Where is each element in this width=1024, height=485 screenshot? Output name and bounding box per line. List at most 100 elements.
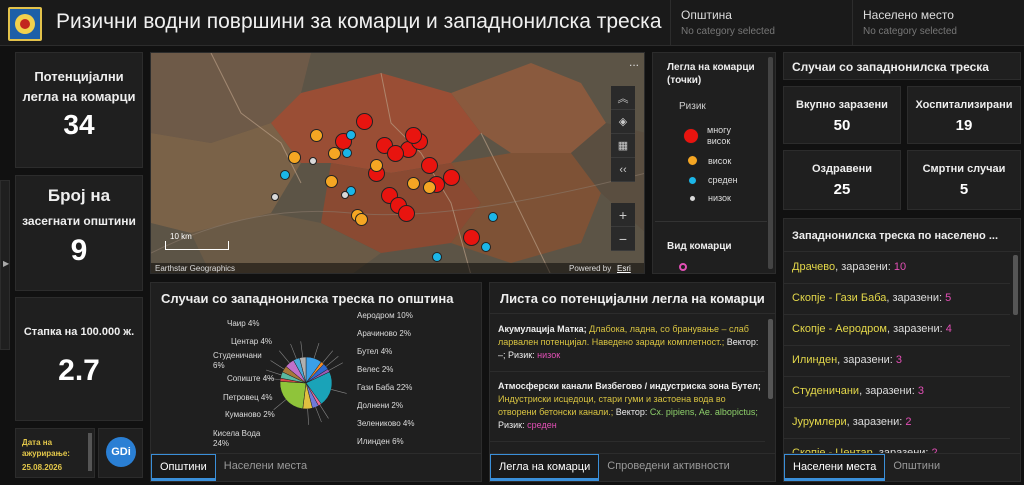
legend-scrollbar[interactable] — [768, 57, 773, 269]
map-point-low[interactable] — [309, 157, 317, 165]
map-point-medium[interactable] — [488, 212, 498, 222]
legend-divider — [655, 221, 767, 222]
zoom-out-button[interactable]: − — [611, 227, 635, 251]
tab-breeding-sites[interactable]: Легла на комарци — [490, 454, 600, 481]
map-point-high[interactable] — [324, 174, 338, 188]
layers-icon[interactable]: ◈ — [611, 110, 635, 134]
legend-swatch-medium — [688, 175, 697, 185]
cases-by-place-tabs: Населени места Општини — [784, 453, 1020, 481]
cases-by-place-divider — [784, 251, 1020, 252]
kpi-breeding-title-1: Потенцијални — [34, 69, 124, 84]
pie-leader-line — [328, 362, 343, 371]
map-point-high[interactable] — [406, 176, 420, 190]
map-point-very-high[interactable] — [442, 168, 460, 186]
list-item[interactable]: Скопје - Аеродром, заразени: 4 — [784, 315, 1010, 346]
collapse-icon[interactable]: ‹‹ — [611, 158, 635, 182]
list-item[interactable]: Студеничани, заразени: 3 — [784, 377, 1010, 408]
map-point-very-high[interactable] — [397, 204, 415, 222]
chevrons-up-icon[interactable]: ︽ — [611, 86, 635, 110]
update-date-label: Дата на ажурирање: — [22, 438, 70, 458]
map-point-medium[interactable] — [432, 252, 442, 262]
map-point-very-high[interactable] — [462, 228, 480, 246]
map-attribution-prefix: Powered by — [569, 264, 612, 273]
stat-deaths-value: 5 — [959, 181, 969, 198]
map-view[interactable]: ... ︽ ◈ ▦ ‹‹ + − 10 km Earthstar Geograp… — [150, 52, 645, 274]
pie-slice[interactable] — [279, 381, 307, 410]
map-attribution-bar: Earthstar Geographics Powered by Esri — [151, 263, 644, 273]
legend-title: Легла на комарци (точки) — [667, 62, 755, 86]
municipality-filter[interactable]: Општина No category selected — [670, 0, 855, 46]
list-item[interactable]: Драчево, заразени: 10 — [784, 253, 1010, 284]
map-attribution-left: Earthstar Geographics — [155, 264, 236, 273]
map-point-low[interactable] — [271, 193, 279, 201]
qr-icon[interactable]: ▦ — [611, 134, 635, 158]
stat-deaths-label: Смртни случаи — [922, 163, 1006, 175]
map-menu-icon[interactable]: ... — [629, 55, 639, 69]
update-scrollbar[interactable] — [88, 433, 92, 471]
tab-municipalities[interactable]: Општини — [885, 454, 948, 481]
map-point-very-high[interactable] — [404, 126, 422, 144]
tab-municipalities-pie[interactable]: Општини — [151, 454, 216, 481]
list-item[interactable]: Јурумлери, заразени: 2 — [784, 408, 1010, 439]
zoom-in-button[interactable]: + — [611, 203, 635, 227]
map-point-very-high[interactable] — [386, 144, 404, 162]
map-point-medium[interactable] — [280, 170, 290, 180]
site-item-divider-2 — [490, 441, 765, 442]
cases-by-place-panel: Западнонилска треска по населено ... Дра… — [783, 218, 1021, 482]
map-point-high[interactable] — [309, 128, 323, 142]
kpi-municipalities: Број на засегнати општини 9 — [15, 175, 143, 291]
map-point-high[interactable] — [287, 150, 301, 164]
cases-by-place-list: Драчево, заразени: 10 Скопје - Гази Баба… — [784, 253, 1020, 470]
gdi-logo-box: GDi — [98, 428, 143, 478]
tab-activities[interactable]: Спроведени активности — [599, 454, 738, 481]
settlement-filter-label: Населено место — [863, 8, 954, 22]
update-date-box: Дата на ажурирање: 25.08.2026 — [15, 428, 95, 478]
pie-leader-line — [315, 407, 322, 423]
kpi-breeding-value: 34 — [63, 109, 95, 140]
pie-leader-line — [270, 360, 285, 370]
map-point-high[interactable] — [369, 158, 383, 172]
legend-second-title: Вид комарци — [667, 241, 732, 252]
esri-link[interactable]: Esri — [617, 264, 631, 273]
site-item-vizbegovo[interactable]: Атмосферски канали Визбегово / индустрис… — [498, 380, 763, 432]
cases-by-place-title: Западнонилска треска по населено ... — [792, 230, 999, 242]
breeding-sites-panel: Листа со потенцијални легла на комарци А… — [489, 282, 776, 482]
breeding-sites-scrollbar[interactable] — [768, 319, 773, 399]
pie-label-kisela-voda: Кисела Вода 24% — [213, 429, 261, 448]
kpi-municipalities-title-1: Број на — [47, 186, 111, 205]
map-point-high[interactable] — [327, 146, 341, 160]
pie-leader-line — [273, 399, 287, 411]
list-item[interactable]: Илинден, заразени: 3 — [784, 346, 1010, 377]
stat-total-infected: Вкупно заразени 50 — [783, 86, 901, 144]
cases-title: Случаи со западнонилска треска — [792, 60, 989, 74]
map-point-high[interactable] — [422, 180, 436, 194]
map-point-very-high[interactable] — [420, 156, 438, 174]
site-item-matka[interactable]: Акумулација Матка; Длабока, ладна, со бр… — [498, 323, 763, 362]
tab-settlements-pie[interactable]: Населени места — [216, 454, 315, 481]
side-panel-handle[interactable]: ▶ — [0, 180, 10, 350]
map-point-high[interactable] — [354, 212, 368, 226]
legend-label-high: висок — [708, 155, 732, 166]
settlement-filter[interactable]: Населено место No category selected — [852, 0, 1024, 46]
kpi-municipalities-value: 9 — [70, 234, 88, 267]
stat-recovered: Оздравени 25 — [783, 150, 901, 210]
list-item[interactable]: Скопје - Гази Баба, заразени: 5 — [784, 284, 1010, 315]
tab-settlements[interactable]: Населени места — [784, 454, 886, 481]
map-point-medium[interactable] — [346, 130, 356, 140]
map-point-medium[interactable] — [342, 148, 352, 158]
legend-swatch-high — [687, 155, 698, 166]
stat-deaths: Смртни случаи 5 — [907, 150, 1021, 210]
map-point-medium[interactable] — [481, 242, 491, 252]
gdi-logo: GDi — [106, 437, 136, 467]
kpi-breeding-sites: Потенцијални легла на комарци 34 — [15, 52, 143, 168]
map-point-low[interactable] — [341, 191, 349, 199]
pie-label-gazi-baba: Гази Баба 22% — [357, 383, 413, 392]
coat-of-arms-logo — [8, 7, 42, 41]
cases-by-place-scrollbar[interactable] — [1013, 255, 1018, 315]
stat-recovered-value: 25 — [833, 181, 851, 198]
map-point-very-high[interactable] — [355, 112, 373, 130]
legend-label-very-high: многу висок — [707, 125, 731, 146]
kpi-rate-value: 2.7 — [58, 354, 100, 387]
pie-label-sopishte: Сопиште 4% — [227, 374, 275, 383]
pie-label-kumanovo: Куманово 2% — [225, 410, 275, 419]
